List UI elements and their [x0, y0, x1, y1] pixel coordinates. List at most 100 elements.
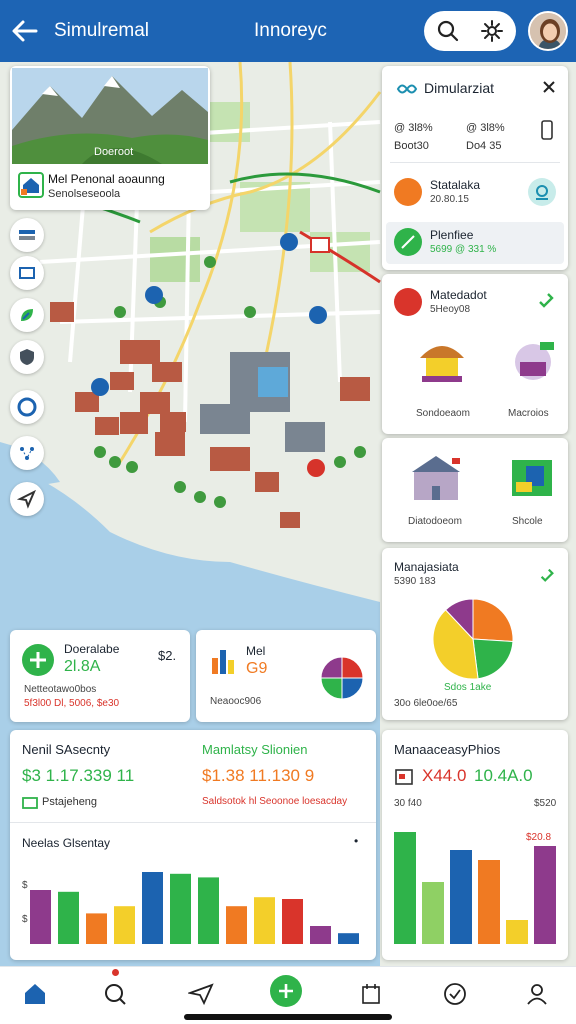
nav-send[interactable] [186, 979, 216, 1009]
add-card-note: Netteotawo0bos [24, 684, 97, 695]
pie-slice-1 [341, 656, 364, 679]
nav-search[interactable] [100, 979, 130, 1009]
bar-1 [394, 832, 416, 944]
status-orange-dot [394, 178, 422, 206]
close-icon[interactable] [542, 80, 556, 94]
location-card[interactable]: Doeroot Mel Penonal aoaunng Senolseseool… [10, 66, 210, 210]
target-icon [17, 397, 37, 417]
panel-divider [390, 162, 560, 163]
nav-home[interactable] [20, 979, 50, 1009]
header-subtitle: Innoreyc [254, 20, 327, 41]
summary-value-2: $1.38 11.130 9 [202, 766, 315, 785]
item-1-title: Statalaka [430, 178, 481, 192]
bar-5 [506, 920, 528, 944]
market-item-3[interactable]: Diatodoeom [408, 516, 462, 527]
settings-icon[interactable] [480, 19, 504, 43]
pie-slice-2 [341, 677, 364, 700]
bar-12 [338, 933, 359, 944]
nav-badge[interactable] [440, 979, 470, 1009]
add-card-corner: $2. [158, 648, 177, 663]
add-card: Doeralabe 2l.8A $2. Netteotawo0bos 5f3l0… [10, 630, 190, 722]
summary-divider [10, 822, 376, 823]
network-icon [20, 447, 34, 460]
market-red-dot [394, 288, 422, 316]
market-title: Matedadot [430, 288, 487, 302]
tool-layers[interactable] [10, 218, 44, 252]
search-nav-icon [105, 984, 126, 1005]
app-title: Simulremal [54, 20, 150, 41]
pie-slice-3 [320, 677, 343, 700]
add-card-footer: 5f3l00 Dl, 5006, $e30 [24, 698, 120, 709]
shield-icon [20, 349, 34, 365]
nav-add[interactable] [270, 975, 302, 1007]
market-card-lower: Diatodoeom Shcole [382, 438, 568, 542]
market-item-1[interactable]: Sondoeaom [416, 408, 470, 419]
summary-label-2: Saldsotok hl Seoonoe loesacday [202, 796, 348, 807]
user-avatar[interactable] [528, 11, 568, 51]
back-arrow-icon[interactable] [10, 16, 40, 46]
stat-2-label: Do4 35 [466, 140, 502, 152]
bar-4 [114, 906, 135, 944]
location-pin-icon[interactable] [528, 178, 556, 206]
panel-title: Dimularziat [424, 80, 495, 96]
mansion-icon [412, 456, 460, 500]
manager-sub: 5390 183 [394, 576, 436, 587]
stat-1-label: Boot30 [394, 140, 429, 152]
market-item-4[interactable]: Shcole [512, 516, 543, 527]
link-icon[interactable] [536, 290, 556, 310]
layers-icon [19, 230, 35, 240]
building-icon [18, 172, 44, 198]
tool-shield[interactable] [10, 340, 44, 374]
manager-footer: 30o 6le0oe/65 [394, 698, 458, 709]
summary-title-1: Nenil SAsecnty [22, 742, 111, 757]
item-2-title: Plenfiee [430, 228, 474, 242]
refresh-link-icon[interactable] [538, 566, 556, 584]
notification-dot [112, 969, 119, 976]
bar-6 [534, 846, 556, 944]
manager-card: Manajasiata 5390 183 Sdos 1ake 30o 6le0o… [382, 548, 568, 720]
park-icon [512, 460, 552, 496]
market-item-2[interactable]: Macroios [508, 408, 549, 419]
globe-icon [515, 342, 554, 380]
search-icon[interactable] [436, 19, 460, 43]
check-icon [401, 235, 415, 249]
frame-icon [19, 267, 35, 279]
pie-slice-1 [472, 598, 514, 643]
avatar-portrait-icon [530, 13, 566, 49]
bar-4 [478, 860, 500, 944]
bar-8 [226, 906, 247, 944]
paper-plane-icon [188, 983, 214, 1006]
bar-6 [170, 873, 191, 944]
y-tick-2: $ [22, 914, 28, 925]
home-icon [25, 984, 45, 1004]
nav-documents[interactable] [356, 979, 386, 1009]
right-bar-sub-left: 30 f40 [394, 798, 422, 809]
infinity-icon [396, 84, 418, 94]
mel-pie-chart [320, 656, 364, 700]
more-menu-button[interactable]: • [354, 834, 358, 848]
phone-icon[interactable] [540, 120, 554, 140]
tool-network[interactable] [10, 436, 44, 470]
tool-eco[interactable] [10, 298, 44, 332]
status-green-dot [394, 228, 422, 256]
right-bar-card: ManaaceasyPhios X44.0 10.4A.0 30 f40 $52… [382, 730, 568, 960]
y-tick-1: $ [22, 880, 28, 891]
tool-frame[interactable] [10, 256, 44, 290]
mel-card-value: G9 [246, 660, 268, 677]
pin-glyph-icon [536, 185, 548, 200]
tool-navigate[interactable] [10, 482, 44, 516]
pie-slice-2 [472, 638, 514, 680]
nav-profile[interactable] [522, 979, 552, 1009]
register-icon [395, 769, 413, 785]
right-bar-value-green: 10.4A.0 [474, 766, 533, 785]
leaf-icon [21, 309, 33, 321]
mel-card: Mel G9 Neaooc906 [196, 630, 376, 722]
add-card-title: Doeralabe [64, 642, 120, 656]
bar-2 [422, 882, 444, 944]
bar-2 [58, 891, 79, 944]
stat-2-value: @ 3l8% [466, 122, 505, 134]
bar-chart-title: Neelas Glsentay [22, 836, 111, 850]
tool-target[interactable] [10, 390, 44, 424]
manager-title: Manajasiata [394, 560, 459, 574]
add-button[interactable] [22, 644, 54, 676]
